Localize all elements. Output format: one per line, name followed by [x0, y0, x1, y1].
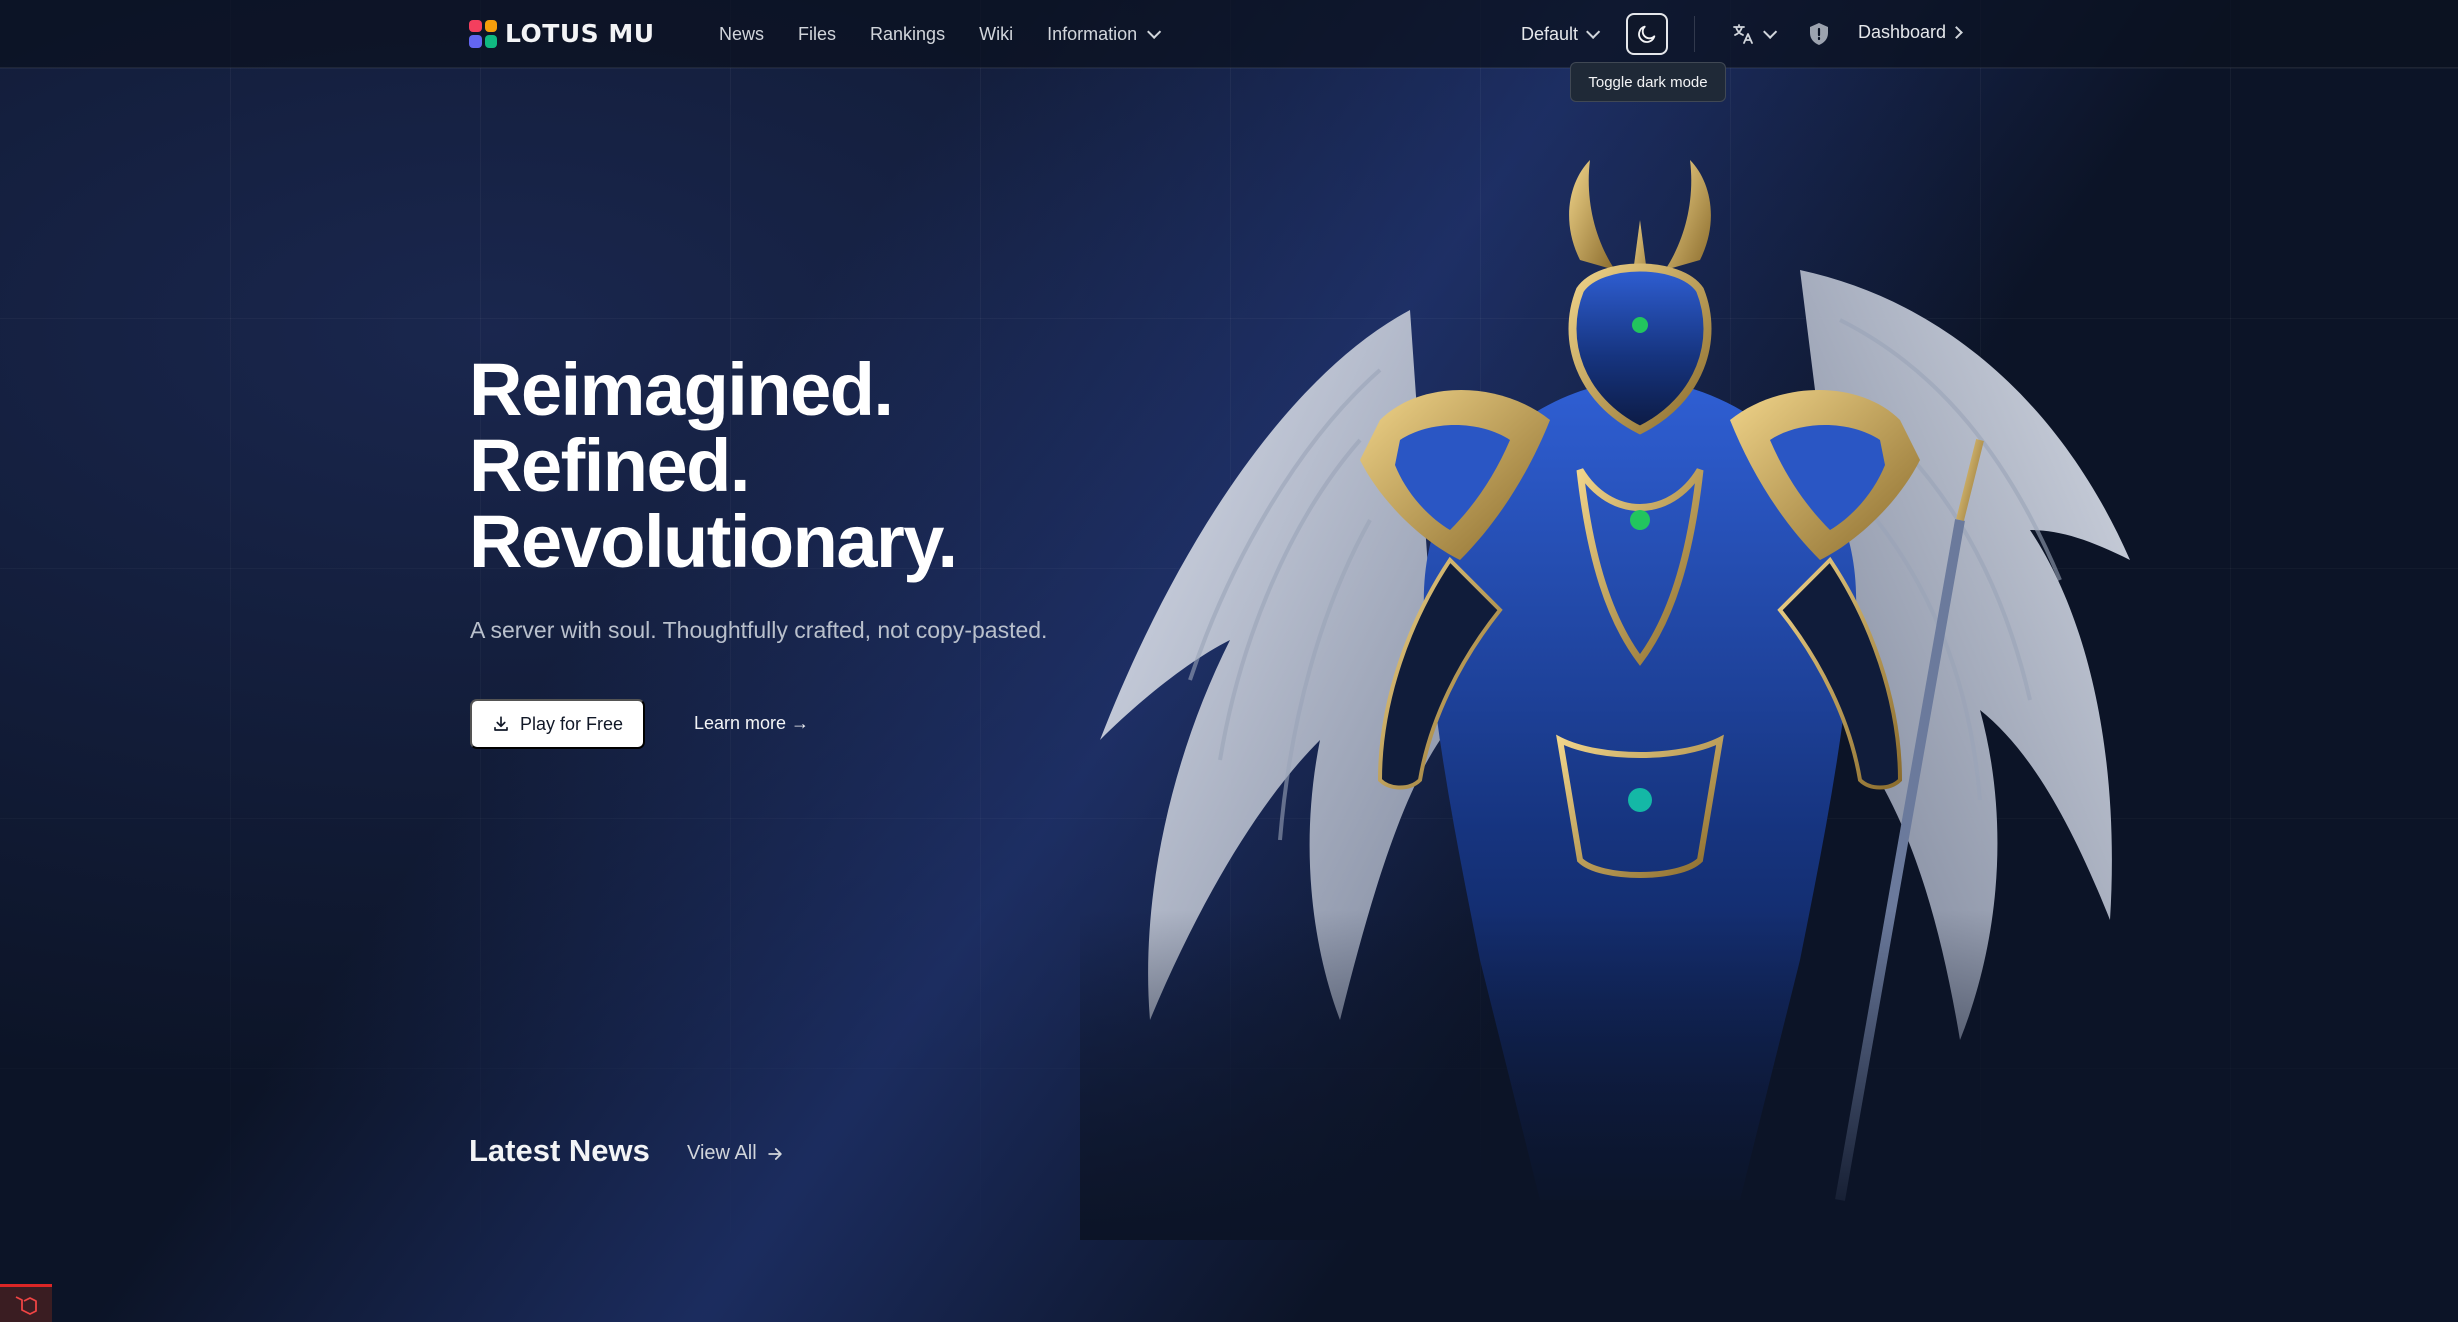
brand-logo[interactable]: LOTUS MU [469, 19, 655, 48]
arrow-right-icon [767, 1147, 782, 1160]
nav-link-files[interactable]: Files [798, 24, 836, 45]
learn-more-link[interactable]: Learn more → [694, 713, 809, 734]
lotus-logo-icon [469, 19, 497, 48]
nav-dropdown-information-label: Information [1047, 23, 1138, 44]
dark-mode-tooltip: Toggle dark mode [1570, 62, 1726, 102]
chevron-down-icon [1763, 24, 1778, 39]
dashboard-link[interactable]: Dashboard [1858, 22, 1963, 43]
top-navbar: LOTUS MU News Files Rankings Wiki Inform… [0, 0, 2458, 68]
view-all-news-link[interactable]: View All [687, 1142, 785, 1165]
debug-toolbar-button[interactable] [0, 1284, 52, 1322]
admin-shield-button[interactable] [1808, 22, 1830, 51]
laravel-icon [15, 1295, 37, 1315]
hero-title: Reimagined. Refined. Revolutionary. [469, 348, 958, 583]
hero-subtitle: A server with soul. Thoughtfully crafted… [470, 617, 1048, 643]
main-nav: News Files Rankings Wiki Information [719, 0, 1162, 68]
nav-link-wiki[interactable]: Wiki [979, 24, 1013, 45]
hero-title-line-3: Revolutionary. [469, 500, 958, 583]
play-for-free-label: Play for Free [519, 713, 624, 734]
hero-character-illustration [1080, 140, 2200, 1240]
play-for-free-button[interactable]: Play for Free [470, 699, 645, 749]
nav-link-news[interactable]: News [719, 24, 764, 45]
nav-divider [1694, 16, 1695, 52]
chevron-down-icon [1586, 24, 1601, 39]
moon-icon [1638, 25, 1656, 43]
shield-icon [1810, 23, 1828, 45]
chevron-down-icon [1147, 24, 1162, 39]
hero-title-line-2: Refined. [469, 424, 750, 507]
theme-select[interactable]: Default [1521, 0, 1601, 68]
download-icon [494, 716, 508, 731]
hero-title-line-1: Reimagined. [469, 348, 894, 431]
dark-mode-toggle[interactable] [1626, 13, 1668, 55]
theme-select-value: Default [1521, 23, 1579, 44]
dashboard-label: Dashboard [1858, 22, 1947, 42]
translate-icon [1733, 24, 1753, 44]
brand-name: LOTUS MU [505, 19, 655, 48]
nav-dropdown-information[interactable]: Information [1047, 23, 1162, 45]
nav-link-rankings[interactable]: Rankings [870, 24, 945, 45]
language-select[interactable] [1731, 22, 1778, 46]
chevron-right-icon [1950, 26, 1963, 39]
view-all-label: View All [687, 1142, 757, 1164]
latest-news-heading: Latest News [469, 1133, 650, 1168]
